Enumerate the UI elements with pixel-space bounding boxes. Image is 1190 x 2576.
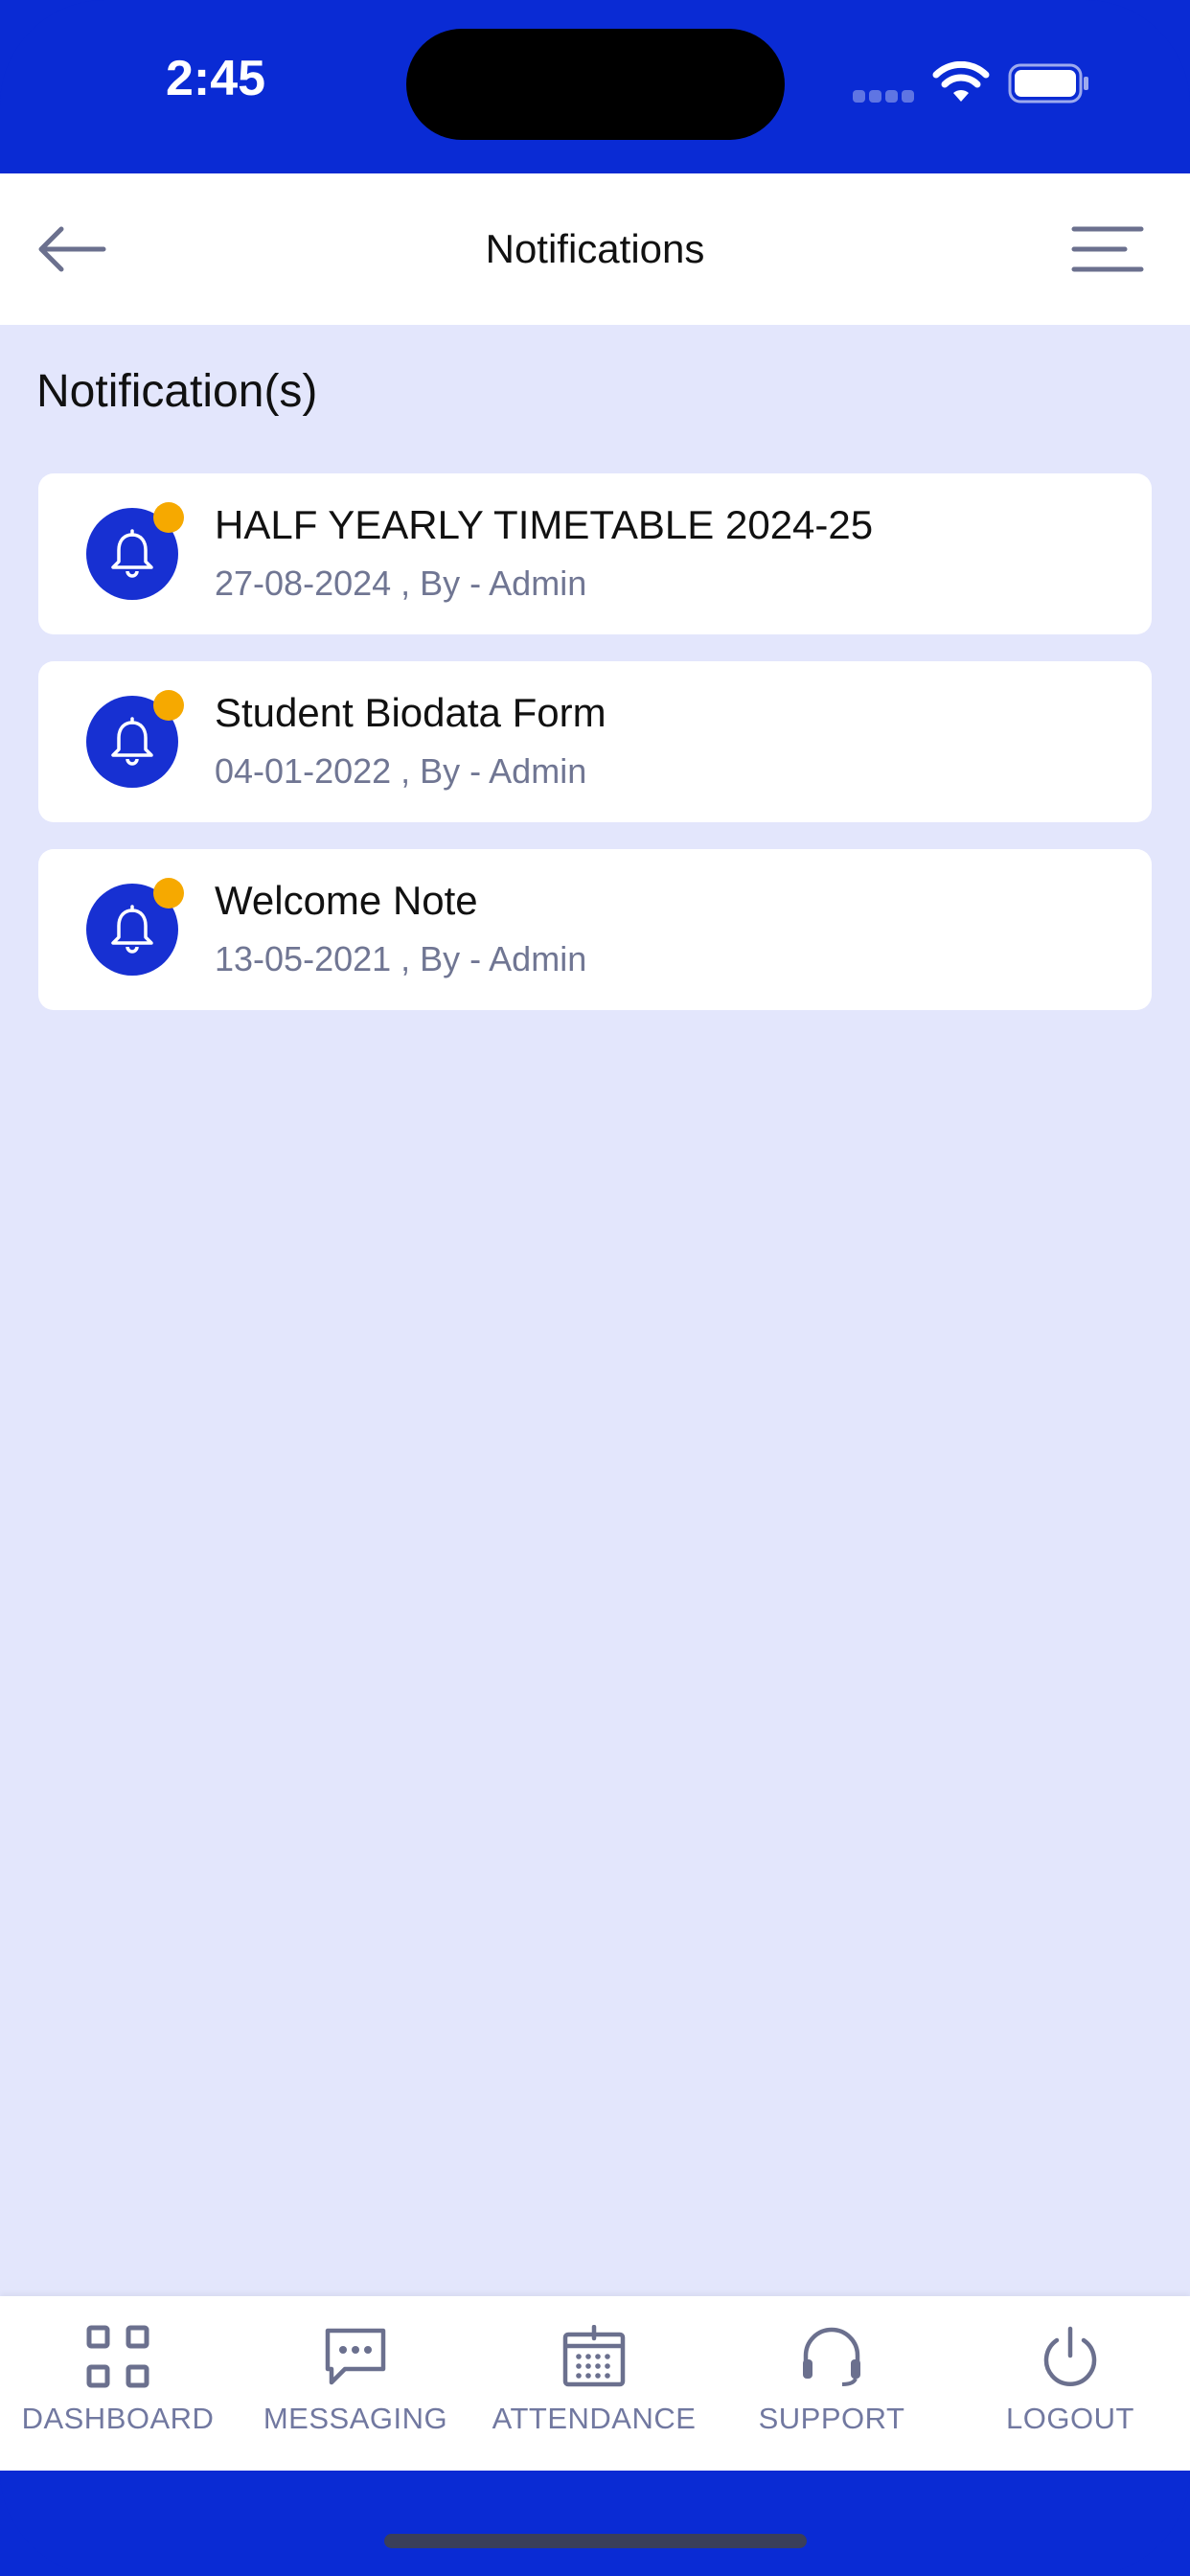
- headset-icon: [803, 2327, 860, 2386]
- notification-title: Student Biodata Form: [215, 690, 606, 735]
- bottom-nav: DASHBOARD MESSAGING ATTENDANCE SUPPORT L…: [0, 2296, 1190, 2471]
- section-title: Notification(s): [36, 366, 318, 417]
- phone-screen: 2:45 Notifications Notification(s) HALF …: [0, 0, 1190, 2576]
- notification-card[interactable]: Student Biodata Form 04-01-2022 , By - A…: [38, 661, 1152, 822]
- notification-card[interactable]: Welcome Note 13-05-2021 , By - Admin: [38, 849, 1152, 1010]
- nav-label: ATTENDANCE: [492, 2402, 697, 2435]
- wifi-icon: [932, 61, 990, 102]
- notification-meta: 27-08-2024 , By - Admin: [215, 564, 587, 603]
- nav-label: DASHBOARD: [21, 2402, 215, 2435]
- power-icon: [1043, 2326, 1097, 2386]
- chat-icon: [325, 2328, 386, 2385]
- battery-icon: [1008, 63, 1088, 104]
- nav-support[interactable]: SUPPORT: [717, 2296, 947, 2471]
- notification-title: HALF YEARLY TIMETABLE 2024-25: [215, 502, 874, 547]
- app-header: Notifications: [0, 173, 1190, 325]
- calendar-icon: [562, 2325, 626, 2387]
- nav-messaging[interactable]: MESSAGING: [240, 2296, 470, 2471]
- nav-label: LOGOUT: [1006, 2402, 1134, 2435]
- nav-dashboard[interactable]: DASHBOARD: [3, 2296, 233, 2471]
- unread-badge: [153, 690, 184, 721]
- notification-meta: 04-01-2022 , By - Admin: [215, 751, 587, 791]
- dynamic-island: [406, 29, 785, 140]
- page-title: Notifications: [485, 226, 705, 271]
- status-bar: 2:45: [0, 0, 1190, 173]
- nav-attendance[interactable]: ATTENDANCE: [479, 2296, 709, 2471]
- grid-icon: [86, 2325, 149, 2388]
- signal-icon: [853, 90, 918, 107]
- unread-badge: [153, 878, 184, 908]
- notification-title: Welcome Note: [215, 878, 478, 923]
- nav-logout[interactable]: LOGOUT: [955, 2296, 1185, 2471]
- menu-icon[interactable]: [1071, 225, 1144, 273]
- notifications-content: Notification(s) HALF YEARLY TIMETABLE 20…: [0, 325, 1190, 2296]
- notification-card[interactable]: HALF YEARLY TIMETABLE 2024-25 27-08-2024…: [38, 473, 1152, 634]
- status-time: 2:45: [165, 51, 266, 106]
- notification-meta: 13-05-2021 , By - Admin: [215, 939, 587, 978]
- unread-badge: [153, 502, 184, 533]
- nav-label: SUPPORT: [758, 2402, 905, 2435]
- home-indicator[interactable]: [384, 2534, 807, 2548]
- nav-label: MESSAGING: [263, 2402, 448, 2435]
